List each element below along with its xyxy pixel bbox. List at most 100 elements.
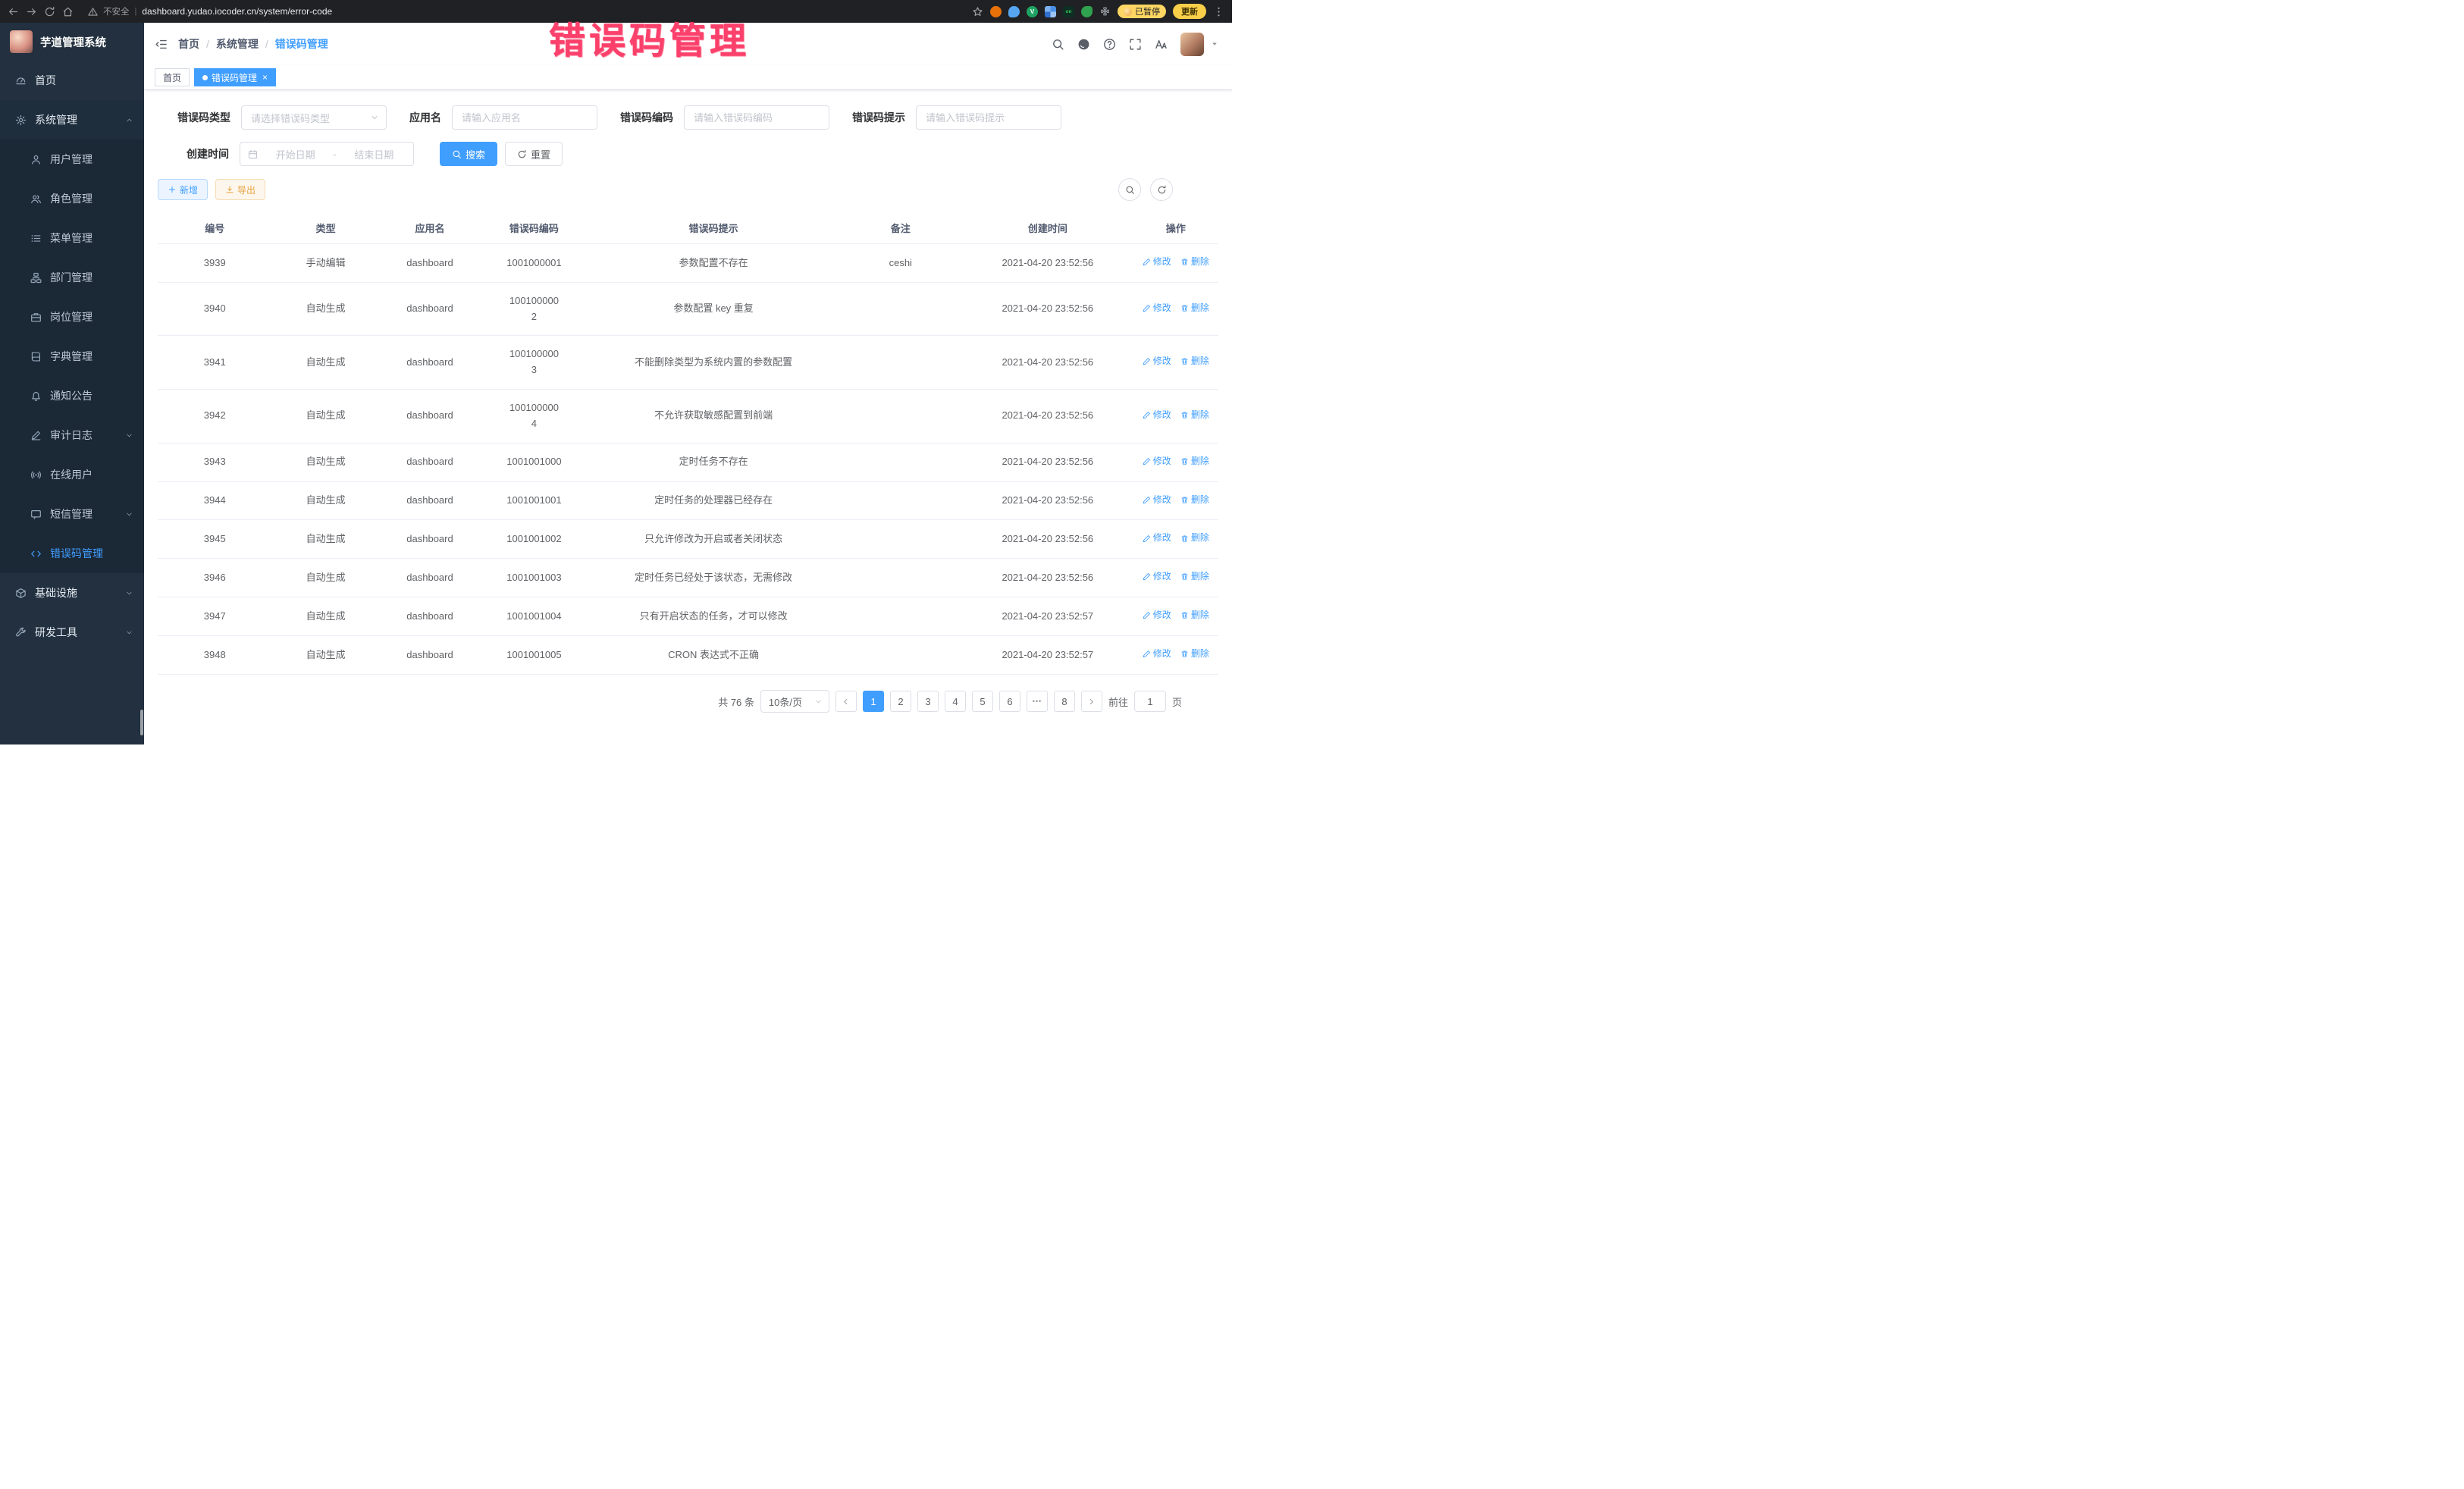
extensions-puzzle-icon[interactable]	[1099, 6, 1111, 17]
edit-link[interactable]: 修改	[1143, 493, 1171, 507]
collapse-sidebar-icon[interactable]	[155, 38, 168, 51]
sidebar-item-menu[interactable]: 菜单管理	[0, 218, 144, 258]
sidebar-item-online-users[interactable]: 在线用户	[0, 455, 144, 494]
address-bar[interactable]: 不安全 | dashboard.yudao.iocoder.cn/system/…	[80, 3, 965, 20]
extension-icon[interactable]	[1045, 6, 1056, 17]
update-button[interactable]: 更新	[1173, 4, 1206, 19]
github-icon[interactable]	[1077, 38, 1090, 51]
error-hint-input[interactable]	[916, 105, 1061, 130]
sidebar-item-post[interactable]: 岗位管理	[0, 297, 144, 337]
delete-link[interactable]: 删除	[1180, 569, 1209, 584]
sidebar-item-system[interactable]: 系统管理	[0, 100, 144, 139]
goto-page-input[interactable]	[1134, 691, 1166, 712]
delete-link[interactable]: 删除	[1180, 647, 1209, 661]
delete-link[interactable]: 删除	[1180, 408, 1209, 422]
delete-link[interactable]: 删除	[1180, 531, 1209, 545]
refresh-table-button[interactable]	[1150, 178, 1173, 201]
next-page-button[interactable]	[1081, 691, 1102, 712]
edit-link[interactable]: 修改	[1143, 301, 1171, 315]
page-button[interactable]: 4	[945, 691, 966, 712]
delete-link[interactable]: 删除	[1180, 454, 1209, 469]
breadcrumb-item[interactable]: 系统管理	[216, 36, 259, 52]
bookmark-star-icon[interactable]	[972, 6, 983, 17]
table-row: 3947自动生成dashboard1001001004只有开启状态的任务，才可以…	[158, 597, 1218, 636]
help-icon[interactable]	[1103, 38, 1116, 51]
error-code-input[interactable]	[684, 105, 829, 130]
goto-page-suffix: 页	[1172, 694, 1182, 709]
extension-icon[interactable]	[1008, 6, 1020, 17]
cell-app: dashboard	[380, 597, 480, 636]
reset-button[interactable]: 重置	[505, 142, 563, 166]
page-button[interactable]: 6	[999, 691, 1020, 712]
edit-link[interactable]: 修改	[1143, 569, 1171, 584]
cell-type: 自动生成	[271, 336, 379, 390]
cell-actions: 修改删除	[1133, 520, 1218, 559]
header-search-icon[interactable]	[1052, 38, 1064, 51]
sidebar-item-home[interactable]: 首页	[0, 61, 144, 100]
cell-actions: 修改删除	[1133, 559, 1218, 597]
sidebar-item-infra[interactable]: 基础设施	[0, 573, 144, 613]
search-button[interactable]: 搜索	[440, 142, 497, 166]
error-type-select[interactable]: 请选择错误码类型	[241, 105, 387, 130]
forward-icon[interactable]	[26, 6, 37, 17]
browser-menu-icon[interactable]	[1213, 6, 1224, 17]
sidebar-item-notice[interactable]: 通知公告	[0, 376, 144, 415]
sidebar-item-audit-log[interactable]: 审计日志	[0, 415, 144, 455]
prev-page-button[interactable]	[835, 691, 857, 712]
date-range-picker[interactable]: 开始日期 - 结束日期	[240, 142, 414, 166]
edit-link[interactable]: 修改	[1143, 454, 1171, 469]
app-name-input[interactable]	[452, 105, 597, 130]
sidebar-item-user[interactable]: 用户管理	[0, 139, 144, 179]
cell-hint: 只有开启状态的任务，才可以修改	[588, 597, 839, 636]
add-button[interactable]: 新增	[158, 179, 208, 200]
extension-icon[interactable]	[990, 6, 1002, 17]
page-button[interactable]: 2	[890, 691, 911, 712]
extension-icon[interactable]: V	[1027, 6, 1038, 17]
sidebar-item-dev-tools[interactable]: 研发工具	[0, 613, 144, 652]
edit-link[interactable]: 修改	[1143, 354, 1171, 368]
font-size-icon[interactable]	[1155, 38, 1168, 51]
delete-link[interactable]: 删除	[1180, 354, 1209, 368]
page-button[interactable]: 1	[863, 691, 884, 712]
sidebar-item-error-code[interactable]: 错误码管理	[0, 534, 144, 573]
fullscreen-icon[interactable]	[1129, 38, 1142, 51]
sidebar-item-sms[interactable]: 短信管理	[0, 494, 144, 534]
cell-time: 2021-04-20 23:52:56	[962, 390, 1133, 444]
extension-icon[interactable]	[1081, 6, 1092, 17]
home-icon[interactable]	[62, 6, 74, 17]
edit-link[interactable]: 修改	[1143, 255, 1171, 269]
delete-link[interactable]: 删除	[1180, 255, 1209, 269]
warning-icon	[88, 7, 98, 17]
sidebar-scrollbar[interactable]	[140, 710, 143, 735]
page-size-select[interactable]: 10条/页	[760, 690, 829, 713]
reload-icon[interactable]	[44, 6, 55, 17]
page-button[interactable]: 5	[972, 691, 993, 712]
tab-错误码管理[interactable]: 错误码管理×	[194, 68, 276, 86]
delete-link[interactable]: 删除	[1180, 493, 1209, 507]
back-icon[interactable]	[8, 6, 19, 17]
edit-link[interactable]: 修改	[1143, 531, 1171, 545]
app-logo[interactable]: 芋道管理系统	[0, 23, 144, 61]
paused-badge[interactable]: 已暂停	[1118, 5, 1166, 18]
page-ellipsis[interactable]: •••	[1027, 691, 1048, 712]
cell-hint: 定时任务不存在	[588, 443, 839, 481]
edit-link[interactable]: 修改	[1143, 647, 1171, 661]
extension-icon[interactable]: on	[1063, 6, 1074, 17]
toggle-search-button[interactable]	[1118, 178, 1141, 201]
sidebar-item-dept[interactable]: 部门管理	[0, 258, 144, 297]
user-avatar[interactable]	[1180, 33, 1204, 56]
edit-link[interactable]: 修改	[1143, 608, 1171, 622]
edit-link[interactable]: 修改	[1143, 408, 1171, 422]
page-button[interactable]: 3	[917, 691, 939, 712]
delete-link[interactable]: 删除	[1180, 301, 1209, 315]
delete-link[interactable]: 删除	[1180, 608, 1209, 622]
cell-id: 3943	[158, 443, 271, 481]
avatar-caret-icon[interactable]	[1211, 40, 1218, 48]
export-button[interactable]: 导出	[215, 179, 265, 200]
sidebar-item-dict[interactable]: 字典管理	[0, 337, 144, 376]
page-button[interactable]: 8	[1054, 691, 1075, 712]
breadcrumb-item[interactable]: 首页	[178, 36, 199, 52]
tab-close-icon[interactable]: ×	[262, 72, 268, 83]
sidebar-item-role[interactable]: 角色管理	[0, 179, 144, 218]
tab-首页[interactable]: 首页	[155, 68, 190, 86]
